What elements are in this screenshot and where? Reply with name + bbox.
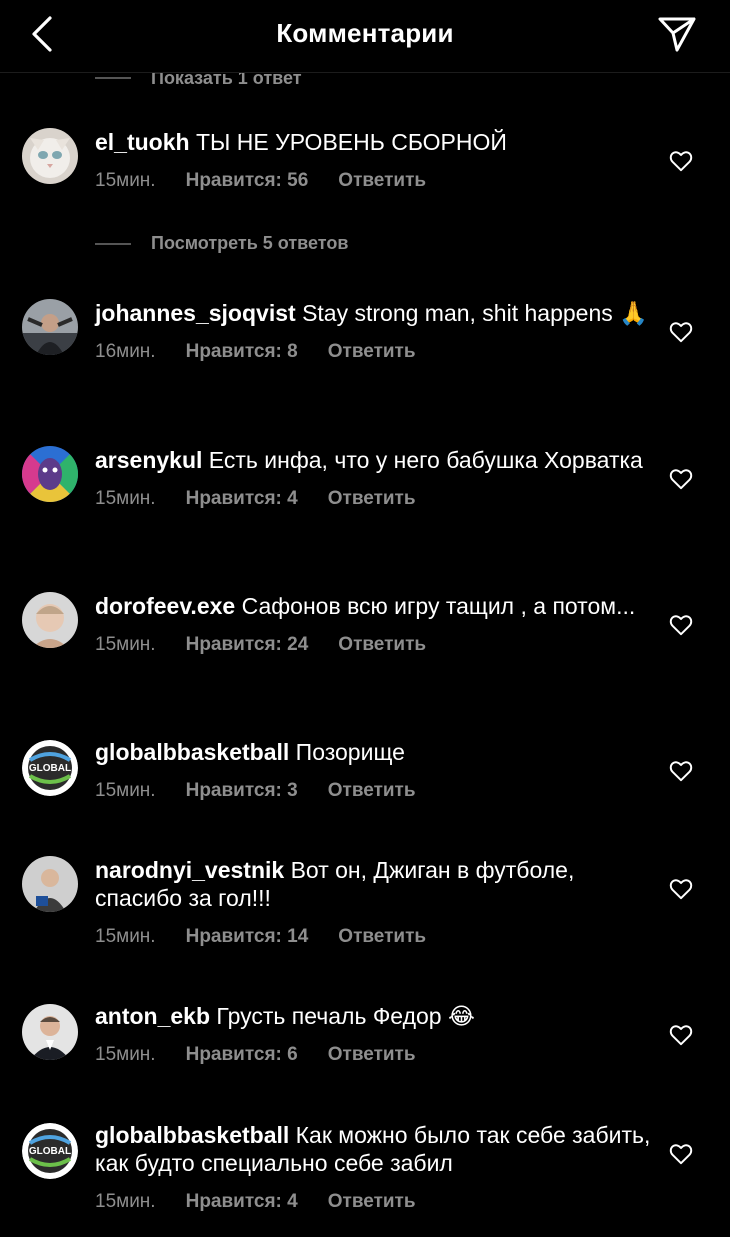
- comment-likes[interactable]: Нравится: 8: [186, 341, 298, 363]
- heart-icon[interactable]: [668, 876, 694, 902]
- avatar[interactable]: [22, 592, 78, 648]
- avatar[interactable]: [22, 299, 78, 355]
- comment-text: Stay strong man, shit happens 🙏: [302, 300, 648, 326]
- reply-button[interactable]: Ответить: [338, 634, 426, 656]
- comment-username[interactable]: dorofeev.exe: [95, 593, 235, 619]
- avatar[interactable]: [22, 446, 78, 502]
- comment-likes[interactable]: Нравится: 4: [186, 488, 298, 510]
- comment-time: 15мин.: [95, 170, 156, 191]
- comment-likes[interactable]: Нравится: 6: [186, 1044, 298, 1066]
- avatar[interactable]: [22, 128, 78, 184]
- heart-icon[interactable]: [668, 466, 694, 492]
- top-bar: Комментарии: [0, 0, 730, 73]
- avatar-logo-text: GLOBAL: [29, 763, 71, 774]
- view-replies-label: Посмотреть 5 ответов: [151, 233, 349, 253]
- comment-username[interactable]: el_tuokh: [95, 129, 190, 155]
- comment-text: Грусть печаль Федор 😂: [216, 1003, 475, 1029]
- view-replies-link[interactable]: Посмотреть 5 ответов: [95, 233, 348, 254]
- reply-divider: [95, 77, 131, 79]
- comment-username[interactable]: narodnyi_vestnik: [95, 857, 284, 883]
- comment-likes[interactable]: Нравится: 24: [186, 634, 309, 656]
- heart-icon[interactable]: [668, 1022, 694, 1048]
- heart-icon[interactable]: [668, 319, 694, 345]
- comment-username[interactable]: arsenykul: [95, 447, 202, 473]
- reply-button[interactable]: Ответить: [328, 341, 416, 363]
- reply-button[interactable]: Ответить: [328, 780, 416, 802]
- avatar[interactable]: [22, 1004, 78, 1060]
- reply-button[interactable]: Ответить: [328, 1044, 416, 1066]
- comment-username[interactable]: johannes_sjoqvist: [95, 300, 296, 326]
- heart-icon[interactable]: [668, 758, 694, 784]
- comment-time: 15мин.: [95, 926, 156, 947]
- comment-time: 16мин.: [95, 341, 156, 362]
- reply-button[interactable]: Ответить: [338, 170, 426, 192]
- comment-time: 15мин.: [95, 780, 156, 801]
- comment-text: Есть инфа, что у него бабушка Хорватка: [208, 447, 643, 473]
- reply-button[interactable]: Ответить: [328, 488, 416, 510]
- comment-time: 15мин.: [95, 488, 156, 509]
- avatar[interactable]: [22, 856, 78, 912]
- comment-text: ТЫ НЕ УРОВЕНЬ СБОРНОЙ: [195, 129, 507, 155]
- comment-text: Сафонов всю игру тащил , а потом...: [241, 593, 636, 619]
- avatar[interactable]: GLOBAL: [22, 1123, 78, 1179]
- heart-icon[interactable]: [668, 148, 694, 174]
- comment-likes[interactable]: Нравится: 4: [186, 1191, 298, 1213]
- comment-likes[interactable]: Нравится: 14: [186, 926, 309, 948]
- heart-icon[interactable]: [668, 1141, 694, 1167]
- comment-username[interactable]: globalbbasketball: [95, 1122, 289, 1148]
- paper-plane-icon: [658, 17, 696, 52]
- reply-button[interactable]: Ответить: [338, 926, 426, 948]
- avatar-logo-text: GLOBAL: [29, 1146, 71, 1157]
- comment-time: 15мин.: [95, 1191, 156, 1212]
- comment-username[interactable]: anton_ekb: [95, 1003, 210, 1029]
- reply-button[interactable]: Ответить: [328, 1191, 416, 1213]
- comment-text: Позорище: [295, 739, 405, 765]
- heart-icon[interactable]: [668, 612, 694, 638]
- comment-likes[interactable]: Нравится: 3: [186, 780, 298, 802]
- share-button[interactable]: [654, 12, 700, 56]
- comment-username[interactable]: globalbbasketball: [95, 739, 289, 765]
- comment-time: 15мин.: [95, 634, 156, 655]
- page-title: Комментарии: [276, 18, 454, 48]
- reply-divider: [95, 242, 131, 245]
- avatar[interactable]: GLOBAL: [22, 740, 78, 796]
- comment-time: 15мин.: [95, 1044, 156, 1065]
- comment-likes[interactable]: Нравится: 56: [186, 170, 309, 192]
